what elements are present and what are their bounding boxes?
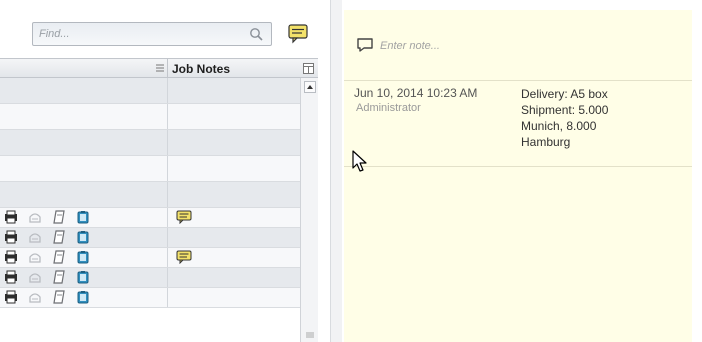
note-text-line: Hamburg: [521, 135, 571, 149]
document-icon[interactable]: [52, 290, 66, 304]
search-icon[interactable]: [249, 27, 263, 41]
jobs-toolbar: [0, 0, 330, 56]
note-text-line: Delivery: A5 box: [521, 87, 608, 101]
job-notes-toggle-icon[interactable]: [287, 22, 309, 44]
note-icon: [357, 38, 373, 52]
table-row[interactable]: [0, 228, 300, 248]
note-input[interactable]: [380, 38, 580, 54]
table-row[interactable]: [0, 248, 300, 268]
clipboard-icon[interactable]: [76, 290, 90, 304]
mail-icon[interactable]: [28, 230, 42, 244]
table-row[interactable]: [0, 268, 300, 288]
clipboard-icon[interactable]: [76, 250, 90, 264]
mail-icon[interactable]: [28, 210, 42, 224]
table-row[interactable]: [0, 130, 300, 156]
print-icon[interactable]: [4, 230, 18, 244]
cell-separator: [167, 288, 168, 307]
vertical-scrollbar[interactable]: [300, 78, 318, 342]
table-row[interactable]: [0, 208, 300, 228]
note-text-line: Shipment: 5.000: [521, 103, 609, 117]
column-menu-icon[interactable]: [156, 63, 164, 73]
column-chooser-icon[interactable]: [303, 63, 314, 74]
print-icon[interactable]: [4, 210, 18, 224]
column-header-job-notes[interactable]: Job Notes: [172, 62, 230, 76]
document-icon[interactable]: [52, 270, 66, 284]
clipboard-icon[interactable]: [76, 230, 90, 244]
table-row[interactable]: [0, 156, 300, 182]
grid-header: Job Notes: [0, 58, 318, 79]
find-box[interactable]: [32, 22, 272, 46]
jobs-grid: Job Notes: [0, 58, 318, 342]
scroll-up-arrow-icon[interactable]: [304, 81, 316, 93]
cell-separator: [167, 104, 168, 129]
document-icon[interactable]: [52, 210, 66, 224]
divider: [344, 166, 692, 167]
cell-separator: [167, 130, 168, 155]
cell-separator: [167, 268, 168, 287]
note-timestamp: Jun 10, 2014 10:23 AM: [354, 86, 478, 100]
print-icon[interactable]: [4, 270, 18, 284]
note-author: Administrator: [356, 102, 421, 114]
job-notes-panel: Jun 10, 2014 10:23 AM Administrator Deli…: [344, 10, 692, 342]
column-separator[interactable]: [167, 59, 168, 79]
clipboard-icon[interactable]: [76, 210, 90, 224]
mail-icon[interactable]: [28, 250, 42, 264]
mail-icon[interactable]: [28, 290, 42, 304]
cell-separator: [167, 182, 168, 207]
mail-icon[interactable]: [28, 270, 42, 284]
cell-separator: [167, 156, 168, 181]
cell-separator: [167, 78, 168, 103]
cell-separator: [167, 228, 168, 247]
table-row[interactable]: [0, 104, 300, 130]
print-icon[interactable]: [4, 290, 18, 304]
pane-splitter[interactable]: [330, 0, 342, 342]
note-entry[interactable]: Jun 10, 2014 10:23 AM Administrator Deli…: [344, 82, 692, 166]
cell-separator: [167, 248, 168, 267]
divider: [344, 80, 692, 81]
grid-rows: [0, 78, 300, 342]
mouse-cursor-icon: [352, 150, 367, 172]
note-text: Delivery: A5 box Shipment: 5.000 Munich,…: [521, 86, 681, 150]
print-icon[interactable]: [4, 250, 18, 264]
job-note-icon[interactable]: [176, 250, 192, 264]
table-row[interactable]: [0, 78, 300, 104]
clipboard-icon[interactable]: [76, 270, 90, 284]
document-icon[interactable]: [52, 250, 66, 264]
table-row[interactable]: [0, 288, 300, 308]
document-icon[interactable]: [52, 230, 66, 244]
table-row[interactable]: [0, 182, 300, 208]
new-note-row: [344, 10, 692, 78]
cell-separator: [167, 208, 168, 227]
scroll-grip-icon[interactable]: [305, 332, 315, 338]
job-note-icon[interactable]: [176, 210, 192, 224]
note-text-line: Munich, 8.000: [521, 119, 597, 133]
jobs-panel: Job Notes: [0, 0, 330, 342]
search-input[interactable]: [39, 26, 239, 42]
